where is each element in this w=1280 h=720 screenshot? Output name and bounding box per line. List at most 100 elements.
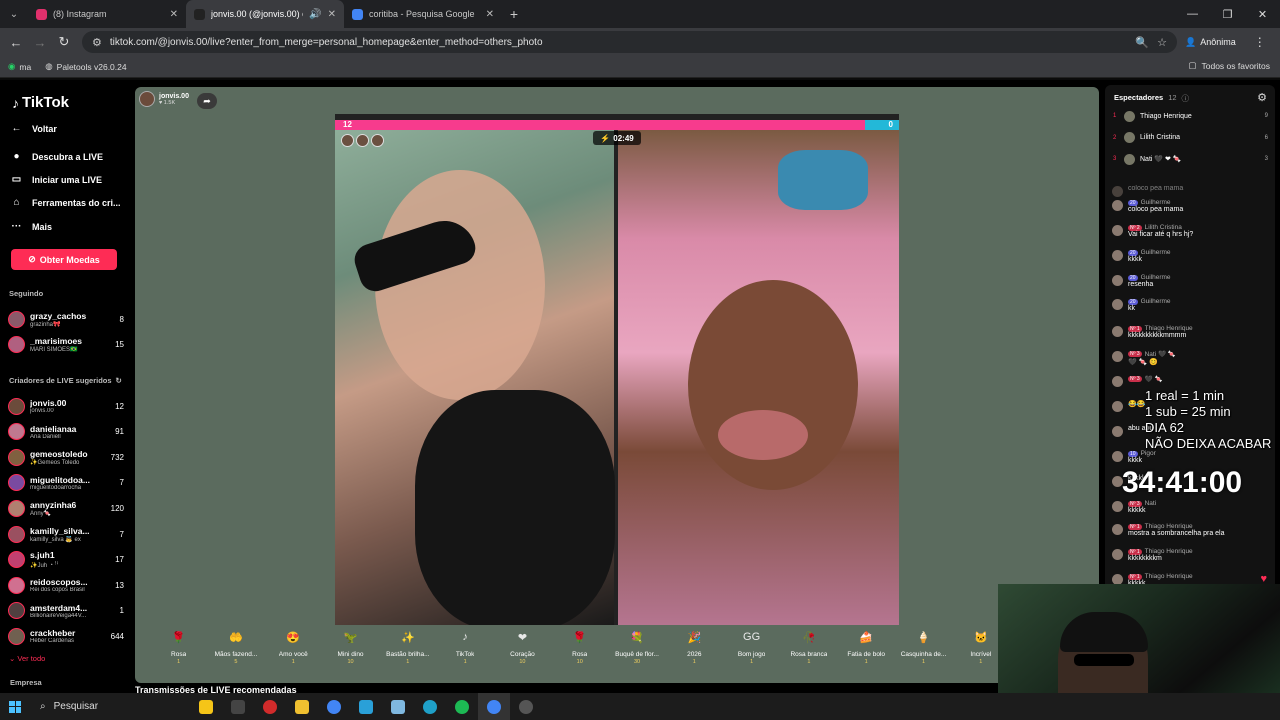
browser-tab[interactable]: coritiba - Pesquisa Google ✕: [344, 0, 502, 28]
taskbar-app[interactable]: [190, 693, 222, 720]
browser-menu-icon[interactable]: ⋮: [1254, 35, 1266, 49]
chat-username[interactable]: 20 Guilherme: [1128, 249, 1171, 256]
gift-item[interactable]: 🍦 Casquinha de... 1: [895, 625, 952, 683]
tiktok-logo[interactable]: ♪ TikTok: [12, 94, 69, 111]
reload-button[interactable]: ↻: [52, 34, 76, 50]
gift-item[interactable]: 🎉 2026 1: [666, 625, 723, 683]
account-item[interactable]: _marisimoes MARI SIMÕES🇧🇷 15: [8, 333, 124, 357]
taskbar-search[interactable]: ⌕ Pesquisar: [30, 693, 190, 720]
tab-close-icon[interactable]: ✕: [486, 9, 494, 20]
account-item[interactable]: crackheber Heber Cardenas 644: [8, 624, 124, 648]
tab-list-dropdown-icon[interactable]: ⌄: [0, 0, 28, 28]
gift-item[interactable]: ❤ Coração 10: [494, 625, 551, 683]
chat-username[interactable]: Nº 3 🖤 🍬: [1128, 375, 1163, 383]
tab-close-icon[interactable]: ✕: [170, 9, 178, 20]
taskbar-app[interactable]: [478, 693, 510, 720]
restore-button[interactable]: ❐: [1210, 0, 1245, 28]
site-info-icon[interactable]: ⚙: [92, 36, 102, 49]
chat-username[interactable]: 20 Guilherme: [1128, 274, 1171, 281]
avatar[interactable]: [1112, 401, 1123, 412]
host-info[interactable]: jonvis.00 ♥ 1.5K: [139, 91, 189, 107]
taskbar-app[interactable]: [414, 693, 446, 720]
chat-username[interactable]: Nº 2 Lilith Cristina: [1128, 224, 1193, 231]
minimize-button[interactable]: —: [1175, 0, 1210, 28]
avatar[interactable]: [1112, 250, 1123, 261]
account-item[interactable]: annyzinha6 Anny🍬 120: [8, 496, 124, 520]
browser-tab[interactable]: (8) Instagram ✕: [28, 0, 186, 28]
chat-username[interactable]: 20 Guilherme: [1128, 199, 1183, 206]
chat-username[interactable]: Nº 3 Nati 🖤 🍬: [1128, 350, 1176, 358]
chat-username[interactable]: Nº 1 Thiago Henrique: [1128, 325, 1193, 332]
avatar[interactable]: [1112, 200, 1123, 211]
viewer-row[interactable]: 2 Lilith Cristina 6: [1113, 130, 1268, 146]
chat-username[interactable]: Nº 1 Thiago Henrique: [1128, 548, 1193, 555]
avatar[interactable]: [1112, 351, 1123, 362]
all-bookmarks-button[interactable]: ▢ Todos os favoritos: [1188, 60, 1270, 71]
gift-item[interactable]: GG Bom jogo 1: [723, 625, 780, 683]
avatar[interactable]: [1112, 186, 1123, 197]
search-icon[interactable]: 🔍: [1135, 36, 1149, 49]
browser-tab[interactable]: jonvis.00 (@jonvis.00) come 🔊 ✕: [186, 0, 344, 28]
account-item[interactable]: jonvis.00 jonvis.00 12: [8, 394, 124, 418]
host-avatar[interactable]: [139, 91, 155, 107]
avatar[interactable]: [1112, 225, 1123, 236]
forward-button[interactable]: →: [28, 35, 52, 50]
avatar[interactable]: [1112, 299, 1123, 310]
see-all-link[interactable]: ⌄ Ver todo: [9, 654, 45, 663]
bookmark-whatsapp[interactable]: ◉ ma: [8, 61, 31, 72]
sidebar-item-more[interactable]: ··· Mais: [10, 221, 53, 232]
gift-item[interactable]: 🍰 Fatia de bolo 1: [838, 625, 895, 683]
taskbar-app[interactable]: [318, 693, 350, 720]
close-window-button[interactable]: ✕: [1245, 0, 1280, 28]
settings-gear-icon[interactable]: ⚙: [1257, 91, 1267, 104]
chat-username[interactable]: Nº 1 Thiago Henrique: [1128, 523, 1225, 530]
tab-close-icon[interactable]: ✕: [328, 9, 336, 20]
gift-item[interactable]: 🤲 Mãos fazend... 5: [207, 625, 264, 683]
taskbar-app[interactable]: [286, 693, 318, 720]
viewer-row[interactable]: 1 Thiago Henrique 9: [1113, 108, 1268, 124]
account-item[interactable]: reidoscopos... Rei dos copos Brasil 13: [8, 573, 124, 597]
gift-item[interactable]: 🥀 Rosa branca 1: [780, 625, 837, 683]
profile-button[interactable]: 👤 Anônima: [1185, 37, 1236, 48]
start-button[interactable]: [0, 700, 30, 713]
sidebar-item-back-arrow[interactable]: ← Voltar: [10, 123, 57, 134]
top-supporters[interactable]: [341, 134, 384, 147]
avatar[interactable]: [1112, 451, 1123, 462]
url-field[interactable]: ⚙ tiktok.com/@jonvis.00/live?enter_from_…: [82, 31, 1177, 53]
new-tab-button[interactable]: +: [502, 6, 526, 22]
gift-item[interactable]: 😍 Amo você 1: [265, 625, 322, 683]
avatar[interactable]: [1112, 524, 1123, 535]
get-coins-button[interactable]: ⊘ Obter Moedas: [11, 249, 117, 270]
bookmark-paletools[interactable]: ◍ Paletools v26.0.24: [45, 61, 126, 72]
gift-item[interactable]: 🌹 Rosa 10: [551, 625, 608, 683]
sidebar-item-camera[interactable]: ▭ Iniciar uma LIVE: [10, 174, 102, 185]
avatar[interactable]: [1112, 376, 1123, 387]
chat-username[interactable]: Nº 3 Nati: [1128, 500, 1156, 507]
gift-item[interactable]: ✨ Bastão brilha... 1: [379, 625, 436, 683]
taskbar-app[interactable]: [254, 693, 286, 720]
taskbar-app[interactable]: [350, 693, 382, 720]
taskbar-app[interactable]: [222, 693, 254, 720]
avatar[interactable]: [1112, 426, 1123, 437]
avatar[interactable]: [1112, 501, 1123, 512]
account-item[interactable]: s.juh1 ✨Juh ・ꜝꜞ 17: [8, 548, 124, 572]
viewer-row[interactable]: 3 Nati 🖤 ❤ 🍬 3: [1113, 151, 1268, 167]
bookmark-star-icon[interactable]: ☆: [1157, 36, 1167, 49]
sidebar-item-home[interactable]: ⌂ Ferramentas do cri...: [10, 197, 120, 208]
account-item[interactable]: amsterdam4... BillionaireVeiga44V... 1: [8, 599, 124, 623]
gift-item[interactable]: 💐 Buquê de flor... 30: [608, 625, 665, 683]
taskbar-app[interactable]: [446, 693, 478, 720]
taskbar-app[interactable]: [382, 693, 414, 720]
account-item[interactable]: kamilly_silva... kamilly_silva 👼 ex 7: [8, 522, 124, 546]
account-item[interactable]: grazy_cachos grazinha🎀 8: [8, 307, 124, 331]
avatar[interactable]: [1112, 326, 1123, 337]
sidebar-item-discover[interactable]: ● Descubra a LIVE: [10, 151, 103, 162]
gift-item[interactable]: ♪ TikTok 1: [436, 625, 493, 683]
company-link[interactable]: Empresa: [10, 678, 42, 687]
account-item[interactable]: danielianaa Ana Daniell 91: [8, 420, 124, 444]
refresh-icon[interactable]: ↻: [116, 376, 122, 385]
back-button[interactable]: ←: [4, 35, 28, 50]
battle-video[interactable]: 12 0 ⚡ 02:49: [335, 114, 899, 625]
share-icon[interactable]: ➦: [197, 93, 217, 109]
account-item[interactable]: gemeostoledo ✨Gemeos Toledo 732: [8, 445, 124, 469]
